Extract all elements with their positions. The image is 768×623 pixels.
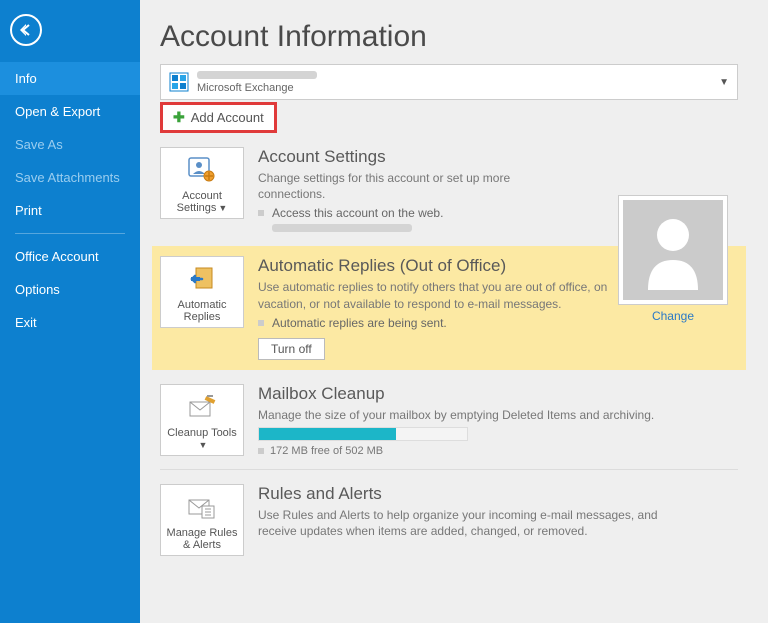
account-settings-tile[interactable]: Account Settings▼	[160, 147, 244, 219]
section-desc: Change settings for this account or set …	[258, 170, 558, 202]
account-dropdown[interactable]: Microsoft Exchange ▼	[160, 64, 738, 100]
avatar-box	[618, 195, 728, 305]
section-title: Rules and Alerts	[258, 484, 738, 504]
sidebar-label: Info	[15, 71, 37, 86]
bullet-icon	[258, 210, 264, 216]
autoreply-status: Automatic replies are being sent.	[272, 316, 447, 330]
sidebar-label: Options	[15, 282, 60, 297]
tile-label: Automatic Replies	[178, 299, 227, 323]
section-rules-alerts: Manage Rules & Alerts Rules and Alerts U…	[160, 484, 738, 556]
account-settings-icon	[186, 154, 218, 186]
sidebar-label: Print	[15, 203, 42, 218]
sidebar-item-info[interactable]: Info	[0, 62, 140, 95]
plus-icon: ✚	[173, 109, 185, 126]
rules-alerts-icon	[186, 491, 218, 523]
sidebar-divider	[15, 233, 125, 234]
tile-label: Manage Rules & Alerts	[167, 527, 238, 551]
turn-off-button[interactable]: Turn off	[258, 338, 325, 360]
bullet-icon	[258, 320, 264, 326]
sidebar-item-open-export[interactable]: Open & Export	[0, 95, 140, 128]
cleanup-tools-tile[interactable]: Cleanup Tools▼	[160, 384, 244, 456]
bullet-icon	[258, 448, 264, 454]
avatar-placeholder-icon	[623, 200, 723, 300]
chevron-down-icon: ▼	[199, 440, 208, 450]
sidebar-item-options[interactable]: Options	[0, 273, 140, 306]
back-button[interactable]	[10, 14, 42, 46]
redacted-url	[272, 224, 412, 232]
storage-text: 172 MB free of 502 MB	[270, 445, 383, 457]
exchange-icon	[169, 72, 189, 92]
account-type: Microsoft Exchange	[197, 82, 729, 94]
storage-progress-fill	[259, 428, 396, 440]
account-email-redacted	[197, 71, 317, 79]
section-desc: Use Rules and Alerts to help organize yo…	[258, 507, 678, 539]
section-desc: Use automatic replies to notify others t…	[258, 279, 638, 311]
section-title: Mailbox Cleanup	[258, 384, 738, 404]
section-desc: Manage the size of your mailbox by empty…	[258, 407, 658, 423]
automatic-replies-icon	[186, 263, 218, 295]
avatar-panel: Change	[618, 195, 728, 323]
chevron-down-icon: ▼	[218, 203, 227, 213]
sidebar-label: Open & Export	[15, 104, 100, 119]
tile-label: Cleanup Tools	[167, 427, 237, 439]
section-mailbox-cleanup: Cleanup Tools▼ Mailbox Cleanup Manage th…	[160, 384, 738, 457]
arrow-left-icon	[18, 22, 34, 38]
manage-rules-tile[interactable]: Manage Rules & Alerts	[160, 484, 244, 556]
sidebar-item-save-as: Save As	[0, 128, 140, 161]
section-title: Account Settings	[258, 147, 738, 167]
section-divider	[160, 469, 738, 470]
sidebar-label: Save As	[15, 137, 63, 152]
backstage-sidebar: Info Open & Export Save As Save Attachme…	[0, 0, 140, 623]
chevron-down-icon: ▼	[719, 77, 729, 88]
sidebar-item-print[interactable]: Print	[0, 194, 140, 227]
automatic-replies-tile[interactable]: Automatic Replies	[160, 256, 244, 328]
main-content: Account Information Microsoft Exchange ▼…	[140, 0, 768, 623]
change-avatar-link[interactable]: Change	[618, 309, 728, 323]
add-account-label: Add Account	[191, 110, 264, 125]
sidebar-label: Office Account	[15, 249, 99, 264]
sidebar-label: Exit	[15, 315, 37, 330]
sidebar-item-save-attachments: Save Attachments	[0, 161, 140, 194]
sidebar-label: Save Attachments	[15, 170, 120, 185]
add-account-button[interactable]: ✚ Add Account	[160, 102, 277, 133]
page-title: Account Information	[160, 20, 738, 54]
sidebar-item-exit[interactable]: Exit	[0, 306, 140, 339]
tile-label: Account Settings	[177, 190, 222, 214]
cleanup-tools-icon	[186, 391, 218, 423]
web-access-link[interactable]: Access this account on the web.	[272, 206, 443, 220]
sidebar-item-office-account[interactable]: Office Account	[0, 240, 140, 273]
account-text: Microsoft Exchange	[197, 71, 729, 94]
storage-progress-bar	[258, 427, 468, 441]
